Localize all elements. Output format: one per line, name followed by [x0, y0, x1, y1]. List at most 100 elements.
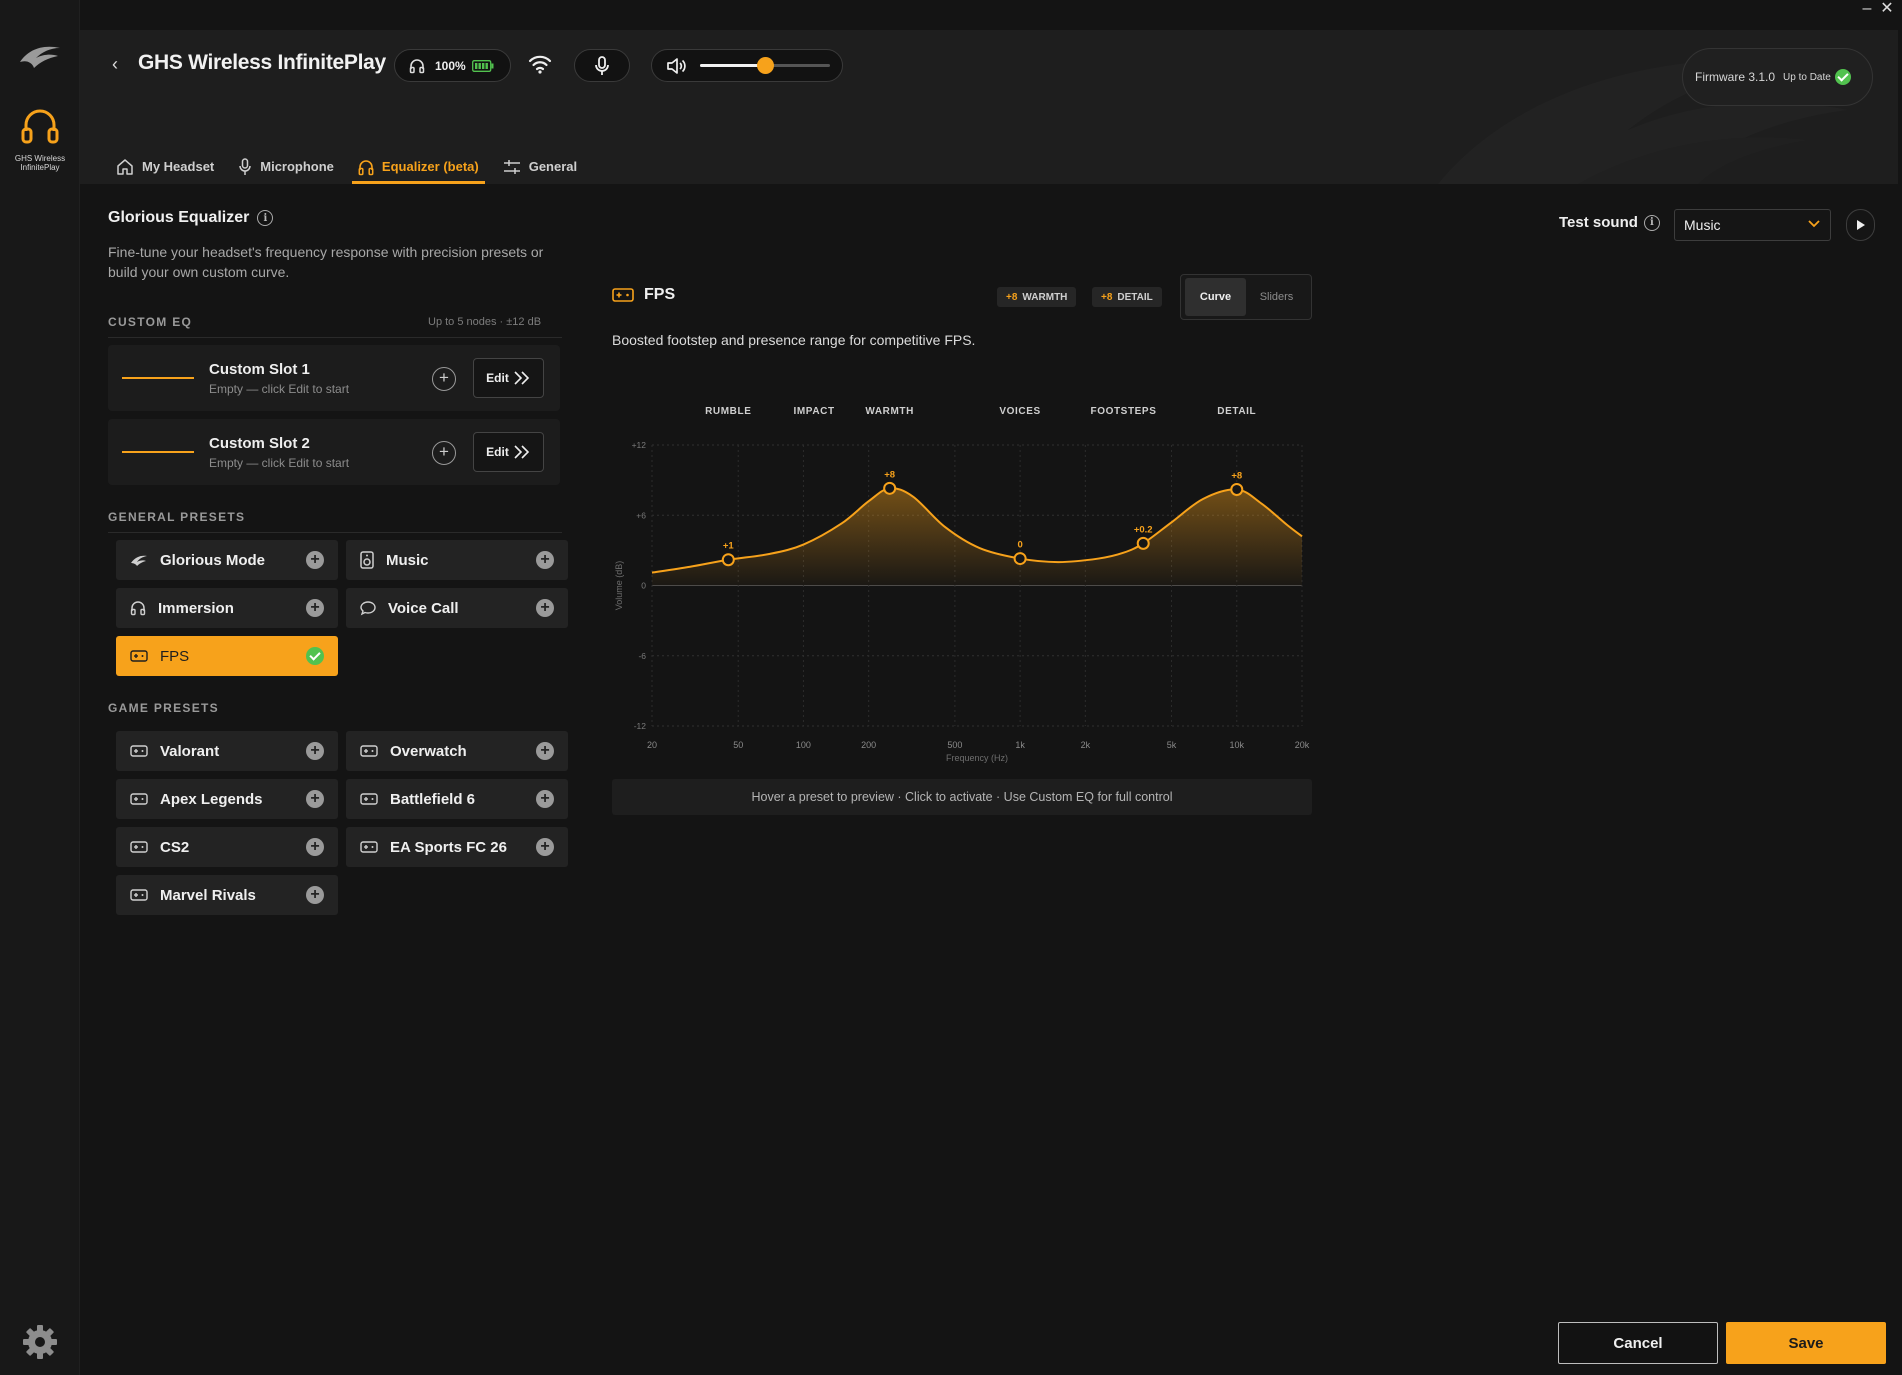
preset-glorious-mode[interactable]: Glorious Mode +	[116, 540, 338, 580]
speaker-volume-icon[interactable]	[666, 57, 686, 75]
tag-label: DETAIL	[1117, 291, 1153, 303]
edit-label: Edit	[486, 371, 509, 385]
double-chevron-right-icon	[514, 371, 529, 385]
test-sound-value: Music	[1684, 217, 1721, 233]
add-circle-icon[interactable]: +	[536, 790, 554, 808]
tag-label: WARMTH	[1022, 291, 1068, 303]
y-tick-label: +12	[632, 440, 647, 450]
general-presets-heading: GENERAL PRESETS	[108, 510, 562, 533]
band-label: DETAIL	[1217, 406, 1256, 417]
tab-bar: My Headset Microphone Equalizer (beta) G…	[110, 149, 595, 184]
tab-microphone[interactable]: Microphone	[232, 149, 340, 184]
preset-fps[interactable]: FPS	[116, 636, 338, 676]
view-curve-button[interactable]: Curve	[1185, 278, 1246, 316]
preset-label: FPS	[160, 647, 190, 665]
selected-preset-description: Boosted footstep and presence range for …	[612, 332, 976, 348]
volume-slider[interactable]	[700, 57, 830, 74]
gamepad-icon	[360, 793, 378, 805]
eq-node-handle[interactable]	[1013, 552, 1027, 566]
selected-preset-header: FPS	[612, 286, 675, 304]
preset-apex-legends[interactable]: Apex Legends +	[116, 779, 338, 819]
add-circle-icon[interactable]: +	[536, 742, 554, 760]
add-circle-icon[interactable]: +	[306, 599, 324, 617]
eq-node-handle[interactable]	[1230, 482, 1244, 496]
cancel-button[interactable]: Cancel	[1558, 1322, 1718, 1364]
band-label: WARMTH	[865, 406, 914, 417]
preset-ea-sports-fc-26[interactable]: EA Sports FC 26 +	[346, 827, 568, 867]
volume-control	[651, 49, 843, 82]
chart-hint: Hover a preset to preview · Click to act…	[612, 779, 1312, 815]
eq-node-handle[interactable]	[1136, 536, 1150, 550]
equalizer-description: Fine-tune your headset's frequency respo…	[108, 244, 544, 280]
add-circle-icon[interactable]: +	[536, 599, 554, 617]
band-label: RUMBLE	[705, 406, 751, 417]
custom-slot-2: Custom Slot 2 Empty — click Edit to star…	[108, 419, 560, 485]
eq-node-value-label: +0.2	[1134, 524, 1153, 535]
tab-equalizer[interactable]: Equalizer (beta)	[351, 149, 485, 184]
device-header: ‹ GHS Wireless InfinitePlay 100% Firmwar…	[80, 30, 1898, 184]
back-button[interactable]: ‹	[112, 54, 118, 75]
view-sliders-button[interactable]: Sliders	[1246, 278, 1307, 316]
tag-value: +8	[1101, 291, 1113, 303]
firmware-status: Up to Date	[1783, 71, 1831, 83]
firmware-version: Firmware 3.1.0	[1695, 70, 1776, 84]
preset-label: Overwatch	[390, 742, 467, 760]
gamepad-icon	[360, 745, 378, 757]
add-circle-icon[interactable]: +	[306, 790, 324, 808]
preset-immersion[interactable]: Immersion +	[116, 588, 338, 628]
tag-value: +8	[1006, 291, 1018, 303]
tab-general[interactable]: General	[497, 149, 583, 184]
slot-edit-button[interactable]: Edit	[473, 432, 544, 472]
double-chevron-right-icon	[514, 445, 529, 459]
eq-curve-area	[652, 488, 1302, 586]
preset-voice-call[interactable]: Voice Call +	[346, 588, 568, 628]
slot-status: Empty — click Edit to start	[209, 382, 350, 396]
preset-overwatch[interactable]: Overwatch +	[346, 731, 568, 771]
info-icon[interactable]: i	[257, 210, 274, 226]
slot-add-button[interactable]: +	[432, 441, 456, 465]
x-tick-label: 1k	[1015, 740, 1025, 750]
chat-bubble-icon	[360, 601, 376, 616]
slot-edit-button[interactable]: Edit	[473, 358, 544, 398]
add-circle-icon[interactable]: +	[306, 838, 324, 856]
tab-my-headset[interactable]: My Headset	[110, 149, 220, 184]
band-label: VOICES	[999, 406, 1040, 417]
add-circle-icon[interactable]: +	[306, 742, 324, 760]
eq-node-handle[interactable]	[721, 553, 735, 567]
eq-node-handle[interactable]	[883, 481, 897, 495]
preset-music[interactable]: Music +	[346, 540, 568, 580]
y-tick-label: -12	[634, 721, 647, 731]
volume-slider-handle[interactable]	[757, 57, 774, 74]
play-test-sound-button[interactable]	[1846, 209, 1875, 241]
active-check-icon	[306, 647, 324, 665]
add-circle-icon[interactable]: +	[536, 551, 554, 569]
settings-gear-icon[interactable]	[20, 1322, 60, 1362]
add-circle-icon[interactable]: +	[306, 886, 324, 904]
add-circle-icon[interactable]: +	[306, 551, 324, 569]
battery-percent: 100%	[435, 58, 466, 73]
save-button[interactable]: Save	[1726, 1322, 1886, 1364]
close-window-button[interactable]: ✕	[1874, 0, 1900, 20]
edit-label: Edit	[486, 445, 509, 459]
mic-toggle-button[interactable]	[574, 49, 630, 82]
selected-preset-name: FPS	[644, 286, 676, 303]
preset-valorant[interactable]: Valorant +	[116, 731, 338, 771]
x-tick-label: 5k	[1167, 740, 1177, 750]
preset-cs2[interactable]: CS2 +	[116, 827, 338, 867]
preset-marvel-rivals[interactable]: Marvel Rivals +	[116, 875, 338, 915]
preset-label: Glorious Mode	[160, 551, 265, 569]
test-sound-label: Test sound	[1559, 214, 1638, 231]
custom-slot-1: Custom Slot 1 Empty — click Edit to star…	[108, 345, 560, 411]
test-sound-select[interactable]: Music	[1674, 209, 1831, 241]
preset-battlefield-6[interactable]: Battlefield 6 +	[346, 779, 568, 819]
x-tick-label: 2k	[1081, 740, 1091, 750]
y-axis-label: Volume (dB)	[614, 561, 624, 611]
eq-curve-chart[interactable]: +12 +6 0 -6 -1220 50 100 200 500 1k 2k 5k 10k 20k Freq…	[612, 400, 1312, 770]
firmware-badge: Firmware 3.1.0 Up to Date	[1682, 48, 1873, 106]
info-icon[interactable]: i	[1643, 214, 1660, 231]
slot-add-button[interactable]: +	[432, 367, 456, 391]
wireless-signal-icon[interactable]	[528, 54, 552, 74]
add-circle-icon[interactable]: +	[536, 838, 554, 856]
eq-node-value-label: 0	[1017, 540, 1022, 551]
rail-device-item[interactable]: GHS Wireless InfinitePlay	[8, 105, 72, 185]
